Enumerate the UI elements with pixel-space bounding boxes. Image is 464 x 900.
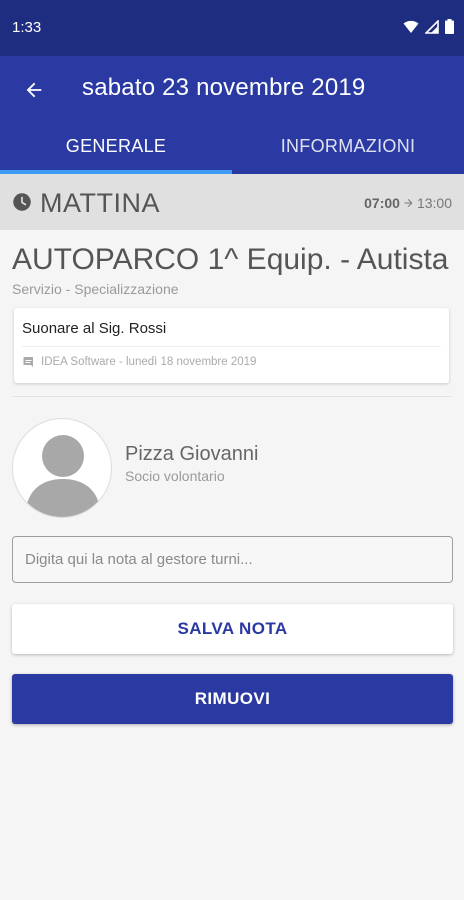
- status-bar: 1:33: [0, 0, 464, 56]
- avatar: [12, 418, 112, 518]
- back-button[interactable]: [14, 72, 54, 108]
- note-text: Suonare al Sig. Rossi: [22, 320, 167, 337]
- battery-icon: [445, 19, 454, 34]
- remove-button[interactable]: RIMUOVI: [12, 674, 453, 724]
- service-title: AUTOPARCO 1^ Equip. - Autista: [12, 243, 449, 276]
- service-subtitle: Servizio - Specializzazione: [12, 281, 179, 297]
- tab-generale[interactable]: GENERALE: [0, 136, 232, 174]
- shift-label: MATTINA: [40, 188, 160, 218]
- save-note-button[interactable]: SALVA NOTA: [12, 604, 453, 654]
- note-meta-text: IDEA Software - lunedì 18 novembre 2019: [41, 356, 257, 368]
- arrow-back-icon: [26, 82, 42, 98]
- section-divider: [12, 396, 452, 397]
- page-title: sabato 23 novembre 2019: [82, 74, 366, 101]
- shift-time-range: 07:00 13:00: [364, 195, 452, 211]
- clock-icon: [13, 193, 31, 211]
- note-divider: [22, 346, 441, 347]
- tab-generale-label: GENERALE: [65, 136, 167, 156]
- status-icons: [403, 19, 454, 34]
- shift-start-time: 07:00: [364, 195, 400, 211]
- shift-end-time: 13:00: [416, 195, 452, 211]
- tab-informazioni[interactable]: INFORMAZIONI: [232, 136, 464, 174]
- status-time: 1:33: [12, 19, 42, 36]
- note-card: Suonare al Sig. Rossi IDEA Software - lu…: [14, 308, 449, 383]
- arrow-right-icon: [404, 199, 413, 207]
- wifi-icon: [403, 20, 419, 33]
- shift-header: MATTINA 07:00 13:00: [0, 174, 464, 230]
- person-name: Pizza Giovanni: [125, 443, 259, 465]
- comment-icon: [23, 357, 33, 367]
- note-input[interactable]: [12, 536, 453, 583]
- app-bar: sabato 23 novembre 2019 GENERALE INFORMA…: [0, 56, 464, 174]
- tab-informazioni-label: INFORMAZIONI: [280, 136, 416, 156]
- signal-icon: [425, 19, 439, 34]
- note-meta: IDEA Software - lunedì 18 novembre 2019: [22, 356, 256, 368]
- person-placeholder-icon: [25, 435, 101, 517]
- person-role: Socio volontario: [125, 468, 225, 484]
